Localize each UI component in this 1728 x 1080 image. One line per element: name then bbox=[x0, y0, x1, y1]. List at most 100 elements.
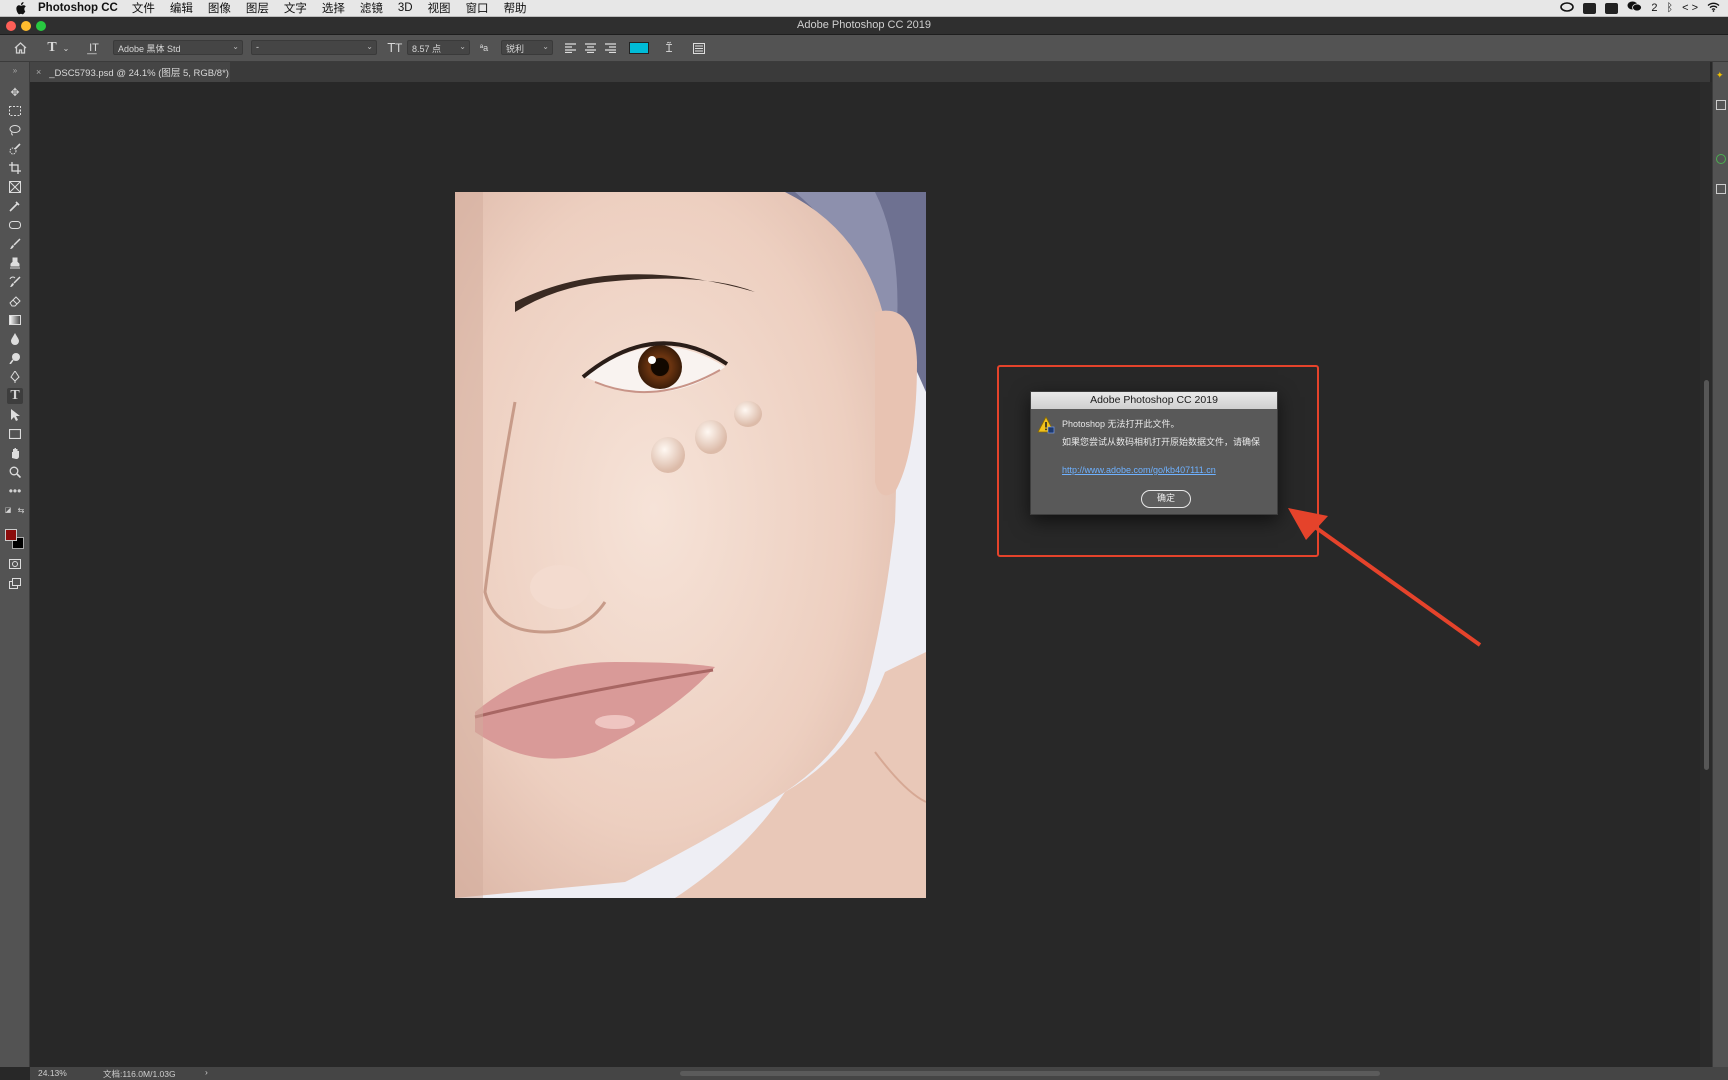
history-brush-tool-icon[interactable] bbox=[7, 274, 23, 290]
lightbulb-icon[interactable]: ✦ bbox=[1716, 70, 1726, 80]
more-tools-icon[interactable]: ••• bbox=[7, 483, 23, 499]
bluetooth-icon[interactable]: ᛒ bbox=[1666, 2, 1673, 14]
quick-selection-tool-icon[interactable] bbox=[7, 141, 23, 157]
font-style-select[interactable]: - ⌄ bbox=[251, 40, 377, 55]
antialias-icon: ªa bbox=[479, 43, 489, 53]
quick-mask-icon[interactable] bbox=[7, 556, 23, 572]
menu-edit[interactable]: 编辑 bbox=[170, 0, 193, 16]
zoom-level[interactable]: 24.13% bbox=[38, 1068, 67, 1078]
zoom-tool-icon[interactable] bbox=[7, 464, 23, 480]
font-style-value: - bbox=[256, 42, 259, 52]
menu-type[interactable]: 文字 bbox=[284, 0, 307, 16]
error-dialog: Adobe Photoshop CC 2019 Photoshop 无法打开此文… bbox=[1030, 391, 1278, 515]
chevron-down-icon: ⌄ bbox=[542, 42, 549, 51]
app-menu[interactable]: Photoshop CC bbox=[38, 2, 118, 14]
lasso-tool-icon[interactable] bbox=[7, 122, 23, 138]
menu-filter[interactable]: 滤镜 bbox=[360, 0, 383, 16]
options-bar: T ⌄ I͟T Adobe 黑体 Std ⌄ - ⌄ 𝖳T 8.57 点 ⌄ ª… bbox=[0, 35, 1728, 62]
menu-window[interactable]: 窗口 bbox=[466, 0, 489, 16]
right-panel-strip: ✦ bbox=[1712, 62, 1728, 1067]
tools-panel: » ✥ T ••• ◪ ⇆ bbox=[0, 62, 30, 1067]
text-orientation-icon[interactable]: I͟T bbox=[86, 40, 102, 56]
menu-image[interactable]: 图像 bbox=[208, 0, 231, 16]
dialog-title: Adobe Photoshop CC 2019 bbox=[1031, 392, 1277, 409]
menu-layer[interactable]: 图层 bbox=[246, 0, 269, 16]
document-tab-label: _DSC5793.psd @ 24.1% (图层 5, RGB/8*) bbox=[49, 68, 229, 79]
chevron-down-icon[interactable]: ⌄ bbox=[58, 40, 74, 56]
gradient-tool-icon[interactable] bbox=[7, 312, 23, 328]
window-titlebar: Adobe Photoshop CC 2019 bbox=[0, 17, 1728, 35]
swap-colors-icon[interactable]: ⇆ bbox=[16, 502, 26, 518]
type-tool-icon[interactable]: T bbox=[7, 388, 23, 404]
menu-view[interactable]: 视图 bbox=[428, 0, 451, 16]
apple-icon[interactable] bbox=[14, 1, 28, 15]
document-tab-bar: × _DSC5793.psd @ 24.1% (图层 5, RGB/8*) bbox=[30, 62, 1710, 82]
dodge-tool-icon[interactable] bbox=[7, 350, 23, 366]
menu-3d[interactable]: 3D bbox=[398, 2, 413, 14]
ok-button[interactable]: 确定 bbox=[1141, 490, 1191, 508]
vertical-scroll-thumb[interactable] bbox=[1704, 380, 1709, 770]
dialog-message-line2: 如果您尝试从数码相机打开原始数据文件，请确保 bbox=[1062, 437, 1261, 447]
dialog-message-line1: Photoshop 无法打开此文件。 bbox=[1062, 419, 1180, 429]
align-center-icon[interactable] bbox=[582, 40, 598, 56]
blur-tool-icon[interactable] bbox=[7, 331, 23, 347]
chevron-down-icon: ⌄ bbox=[366, 42, 373, 51]
rectangle-tool-icon[interactable] bbox=[7, 426, 23, 442]
status-menu-arrow[interactable]: › bbox=[205, 1067, 208, 1077]
font-size-select[interactable]: 8.57 点 ⌄ bbox=[407, 40, 470, 55]
default-colors-icon[interactable]: ◪ bbox=[3, 502, 13, 518]
marquee-tool-icon[interactable] bbox=[7, 103, 23, 119]
antialias-select[interactable]: 锐利 ⌄ bbox=[501, 40, 553, 55]
clone-stamp-tool-icon[interactable] bbox=[7, 255, 23, 271]
font-size-icon: 𝖳T bbox=[387, 41, 403, 55]
close-tab-icon[interactable]: × bbox=[36, 67, 41, 77]
warning-icon bbox=[1037, 416, 1055, 434]
wifi-icon[interactable] bbox=[1707, 2, 1720, 15]
text-color-swatch[interactable] bbox=[629, 42, 649, 54]
help-link[interactable]: http://www.adobe.com/go/kb407111.cn bbox=[1062, 465, 1216, 475]
screen-mode-icon[interactable] bbox=[7, 575, 23, 591]
horizontal-scroll-thumb[interactable] bbox=[680, 1071, 1380, 1076]
move-tool-icon[interactable]: ✥ bbox=[7, 84, 23, 100]
hand-tool-icon[interactable] bbox=[7, 445, 23, 461]
home-icon[interactable] bbox=[12, 40, 28, 56]
creative-cloud-icon[interactable] bbox=[1560, 1, 1575, 15]
healing-brush-tool-icon[interactable] bbox=[7, 217, 23, 233]
panel-icon[interactable] bbox=[1716, 100, 1726, 110]
crop-tool-icon[interactable] bbox=[7, 160, 23, 176]
status-bar: 24.13% 文档:116.0M/1.03G › bbox=[30, 1067, 1728, 1080]
app-status-icon[interactable] bbox=[1583, 2, 1597, 14]
menu-file[interactable]: 文件 bbox=[132, 0, 155, 16]
canvas-image[interactable] bbox=[455, 192, 926, 898]
path-selection-tool-icon[interactable] bbox=[7, 407, 23, 423]
annotation-arrow-icon bbox=[1288, 508, 1482, 647]
character-panel-icon[interactable] bbox=[691, 40, 707, 56]
pen-tool-icon[interactable] bbox=[7, 369, 23, 385]
align-left-icon[interactable] bbox=[562, 40, 578, 56]
frame-tool-icon[interactable] bbox=[7, 179, 23, 195]
font-family-select[interactable]: Adobe 黑体 Std ⌄ bbox=[113, 40, 243, 55]
note-icon[interactable] bbox=[1605, 2, 1619, 14]
status-icons: 2 ᛒ < > bbox=[1560, 1, 1720, 15]
wechat-icon[interactable] bbox=[1627, 1, 1643, 15]
menu-help[interactable]: 帮助 bbox=[504, 0, 527, 16]
chevron-down-icon: ⌄ bbox=[232, 42, 239, 51]
panel-collapse-icon[interactable]: » bbox=[7, 62, 23, 78]
eraser-tool-icon[interactable] bbox=[7, 293, 23, 309]
menu-select[interactable]: 选择 bbox=[322, 0, 345, 16]
warp-text-icon[interactable]: Ɪ̃ bbox=[661, 40, 677, 56]
notification-count: 2 bbox=[1651, 2, 1658, 14]
status-circle-icon[interactable] bbox=[1716, 154, 1726, 164]
brush-tool-icon[interactable] bbox=[7, 236, 23, 252]
font-size-value: 8.57 点 bbox=[412, 44, 442, 54]
align-right-icon[interactable] bbox=[602, 40, 618, 56]
document-info[interactable]: 文档:116.0M/1.03G bbox=[103, 1068, 176, 1080]
panel-icon[interactable] bbox=[1716, 184, 1726, 194]
foreground-color-swatch[interactable] bbox=[5, 529, 17, 541]
code-brackets-icon[interactable]: < > bbox=[1682, 2, 1698, 14]
document-tab[interactable]: × _DSC5793.psd @ 24.1% (图层 5, RGB/8*) bbox=[30, 62, 230, 82]
eyedropper-tool-icon[interactable] bbox=[7, 198, 23, 214]
antialias-value: 锐利 bbox=[506, 44, 525, 54]
macos-menubar: Photoshop CC 文件 编辑 图像 图层 文字 选择 滤镜 3D 视图 … bbox=[0, 0, 1728, 17]
chevron-down-icon: ⌄ bbox=[459, 42, 466, 51]
